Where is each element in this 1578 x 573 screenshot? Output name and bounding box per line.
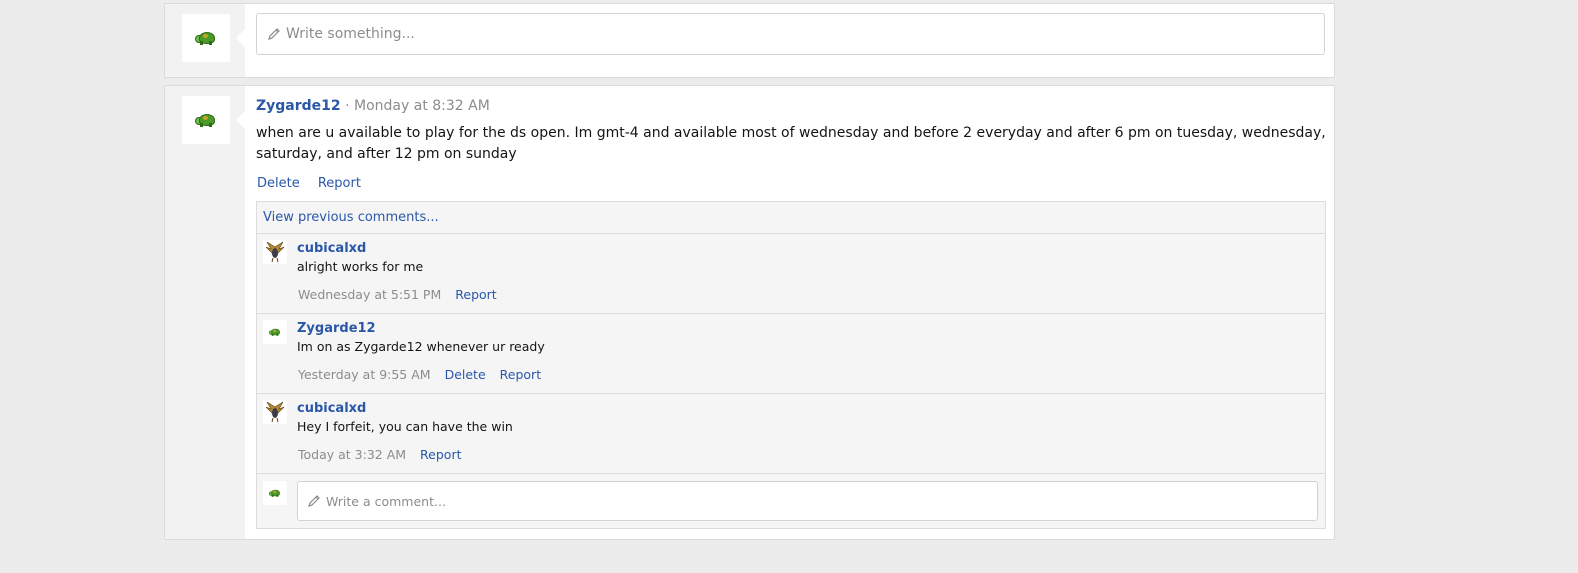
comment-meta: Wednesday at 5:51 PM Report	[298, 287, 497, 302]
comment-item: cubicalxd Hey I forfeit, you can have th…	[257, 394, 1325, 474]
status-composer: Write something...	[164, 3, 1335, 78]
comment-input[interactable]: Write a comment...	[297, 481, 1318, 521]
comment-placeholder: Write a comment...	[326, 493, 446, 509]
report-post-link[interactable]: Report	[318, 176, 361, 191]
comment-item: cubicalxd alright works for me Wednesday…	[257, 234, 1325, 314]
post-author-link[interactable]: Zygarde12	[256, 98, 341, 114]
turtle-avatar-icon	[195, 112, 217, 128]
comment-meta: Yesterday at 9:55 AM Delete Report	[298, 367, 541, 382]
status-placeholder: Write something...	[286, 26, 415, 42]
post-avatar[interactable]	[182, 96, 230, 144]
turtle-avatar-icon	[268, 328, 281, 337]
report-comment-link[interactable]: Report	[500, 367, 541, 382]
post-actions: Delete Report	[257, 176, 375, 191]
pencil-icon	[308, 495, 320, 507]
post-timestamp[interactable]: Monday at 8:32 AM	[354, 98, 490, 114]
delete-comment-link[interactable]: Delete	[445, 367, 486, 382]
comment-timestamp[interactable]: Wednesday at 5:51 PM	[298, 287, 441, 302]
turtle-avatar-icon	[195, 30, 217, 46]
comment-meta: Today at 3:32 AM Report	[298, 447, 461, 462]
comment-item: Zygarde12 Im on as Zygarde12 whenever ur…	[257, 314, 1325, 394]
post-separator: ·	[340, 98, 355, 114]
turtle-avatar-icon	[268, 489, 281, 498]
status-input[interactable]: Write something...	[256, 13, 1325, 55]
comment-author-link[interactable]: Zygarde12	[297, 321, 376, 336]
comments-section: View previous comments... cubicalxd alri…	[256, 201, 1326, 529]
comment-avatar[interactable]	[263, 400, 287, 424]
bird-avatar-icon	[265, 241, 285, 263]
comment-author-link[interactable]: cubicalxd	[297, 241, 366, 256]
reply-avatar	[263, 481, 287, 505]
avatar-column	[165, 86, 245, 539]
comment-text: alright works for me	[297, 259, 424, 274]
comment-avatar[interactable]	[263, 240, 287, 264]
reply-composer: Write a comment...	[257, 474, 1325, 526]
bird-avatar-icon	[265, 401, 285, 423]
comment-text: Im on as Zygarde12 whenever ur ready	[297, 339, 545, 354]
comment-timestamp[interactable]: Today at 3:32 AM	[298, 447, 406, 462]
post-body: when are u available to play for the ds …	[256, 125, 1326, 162]
delete-post-link[interactable]: Delete	[257, 176, 300, 191]
comment-avatar[interactable]	[263, 320, 287, 344]
pencil-icon	[268, 28, 280, 40]
comment-author-link[interactable]: cubicalxd	[297, 401, 366, 416]
comment-timestamp[interactable]: Yesterday at 9:55 AM	[298, 367, 431, 382]
avatar[interactable]	[182, 14, 230, 62]
report-comment-link[interactable]: Report	[455, 287, 496, 302]
view-previous-comments-link[interactable]: View previous comments...	[263, 210, 439, 225]
view-previous-comments: View previous comments...	[257, 202, 1325, 234]
comment-text: Hey I forfeit, you can have the win	[297, 419, 513, 434]
post-header: Zygarde12 · Monday at 8:32 AM	[256, 98, 490, 114]
profile-post: Zygarde12 · Monday at 8:32 AM when are u…	[164, 85, 1335, 540]
report-comment-link[interactable]: Report	[420, 447, 461, 462]
